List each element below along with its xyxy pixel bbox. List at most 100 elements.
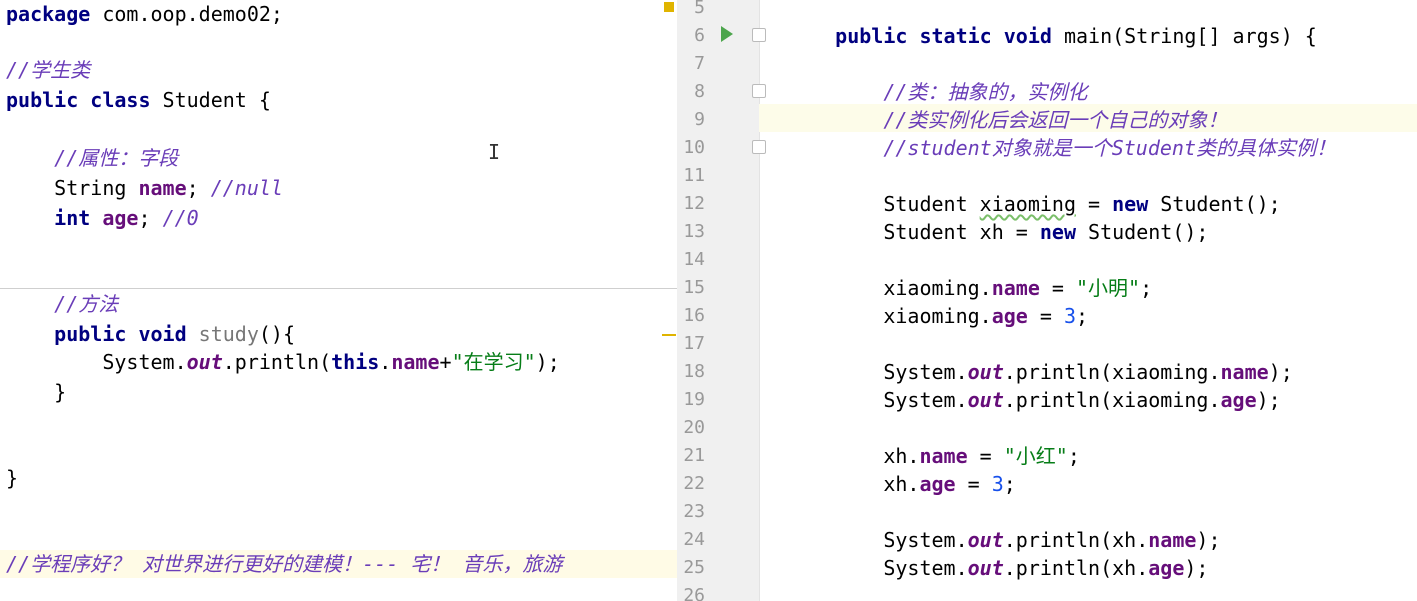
code-line[interactable]: System.out.println(xh.name); [787,526,1221,554]
code-token: //0 [162,206,199,230]
code-line[interactable]: Student xiaoming = new Student(); [787,190,1280,218]
line-number: 16 [683,305,705,326]
code-line[interactable]: package com.oop.demo02; [6,0,283,28]
code-line[interactable]: System.out.println(xiaoming.name); [787,358,1292,386]
code-line[interactable]: xh.age = 3; [787,470,1015,498]
code-token: name [919,444,968,468]
code-token: . [379,350,392,374]
code-token: ); [1196,528,1221,552]
line-number: 11 [683,165,705,186]
code-token: } [6,380,67,404]
code-line[interactable]: //类：抽象的，实例化 [787,78,1087,106]
code-token: new [1112,192,1149,216]
code-line[interactable]: Student xh = new Student(); [787,218,1208,246]
code-line[interactable]: xiaoming.age = 3; [787,302,1088,330]
fold-marker-icon[interactable] [752,140,766,154]
code-token: 3 [1063,304,1076,328]
code-token: Student { [150,88,271,112]
code-token: System. [787,388,968,412]
code-line[interactable]: xh.name = "小红"; [787,442,1080,470]
code-token: .println(xh. [1003,556,1149,580]
code-line[interactable]: System.out.println(xh.age); [787,554,1208,582]
line-number: 17 [683,333,705,354]
line-number: 9 [694,109,705,130]
code-line[interactable]: //学程序好？ 对世界进行更好的建模！--- 宅！ 音乐，旅游 [6,550,562,578]
code-token: name [991,276,1040,300]
line-number: 21 [683,445,705,466]
code-token: new [1039,220,1076,244]
code-line[interactable]: //类实例化后会返回一个自己的对象！ [787,106,1227,134]
code-token: public static void [835,24,1052,48]
code-token: public class [6,88,151,112]
fold-marker-icon[interactable] [752,84,766,98]
code-token: main(String[] args) { [1051,24,1317,48]
code-token: ; [1076,304,1089,328]
code-line[interactable]: System.out.println(this.name+"在学习"); [6,348,560,376]
line-number: 25 [683,557,705,578]
line-number: 8 [694,81,705,102]
code-token: .println(xh. [1003,528,1149,552]
code-token: xh. [787,444,920,468]
code-token: int [54,206,91,230]
code-token: ); [1184,556,1209,580]
code-token: = [967,444,1004,468]
code-token: //学生类 [6,58,91,82]
code-token: ); [535,350,560,374]
code-token: System. [787,360,968,384]
code-line[interactable]: //学生类 [6,56,90,84]
code-token: //student对象就是一个Student类的具体实例！ [787,136,1336,160]
code-line[interactable]: public class Student { [6,86,271,114]
code-line[interactable]: //student对象就是一个Student类的具体实例！ [787,134,1336,162]
code-token: ; [1067,444,1080,468]
code-token: Student xh = [787,220,1040,244]
code-token: Student [787,192,980,216]
code-token: .println(xiaoming. [1003,388,1221,412]
code-token: .println( [222,350,332,374]
error-stripe-mark[interactable] [662,334,676,336]
code-token: "小红" [1003,444,1068,468]
run-icon[interactable] [721,26,733,42]
code-token: ; [1140,276,1153,300]
line-number: 14 [683,249,705,270]
code-token: "小明" [1076,276,1141,300]
line-number: 15 [683,277,705,298]
line-number: 5 [694,0,705,18]
code-token: com.oop.demo02; [90,2,283,26]
code-token: out [967,388,1004,412]
code-line[interactable]: String name; //null [6,174,283,202]
code-line[interactable]: xiaoming.name = "小明"; [787,274,1152,302]
code-line[interactable]: } [6,464,18,492]
code-token: Student(); [1076,220,1209,244]
code-line[interactable]: public void study(){ [6,320,295,348]
code-token: out [186,350,223,374]
student-class-editor[interactable]: I package com.oop.demo02; //学生类 public cla… [0,0,677,601]
code-token: //方法 [6,292,119,316]
method-separator [0,288,677,289]
code-line[interactable]: } [6,378,66,406]
code-token: "在学习" [451,350,536,374]
code-token: .println(xiaoming. [1003,360,1221,384]
line-number: 26 [683,585,705,601]
code-token: age [1220,388,1257,412]
application-main-editor[interactable]: 5 6 7 8 9 10 11 12 13 14 15 16 17 18 19 20 21 22 23 24 25 26 … [677,0,1417,601]
code-token: age [102,206,139,230]
code-line[interactable]: int age; //0 [6,204,199,232]
code-token: ); [1256,388,1281,412]
code-token: (){ [258,322,296,346]
code-token: xiaoming [979,192,1076,216]
line-number: 20 [683,417,705,438]
code-line[interactable]: //方法 [6,290,118,318]
line-number: 18 [683,361,705,382]
warning-marker-icon[interactable] [664,2,674,12]
code-line[interactable]: public static void main(String[] args) { [787,22,1317,50]
code-line[interactable]: //属性：字段 [6,144,178,172]
line-number: 24 [683,529,705,550]
fold-marker-icon[interactable] [752,28,766,42]
code-token: age [919,472,956,496]
code-token: out [967,556,1004,580]
code-line[interactable]: System.out.println(xiaoming.age); [787,386,1281,414]
code-token: name [1220,360,1269,384]
